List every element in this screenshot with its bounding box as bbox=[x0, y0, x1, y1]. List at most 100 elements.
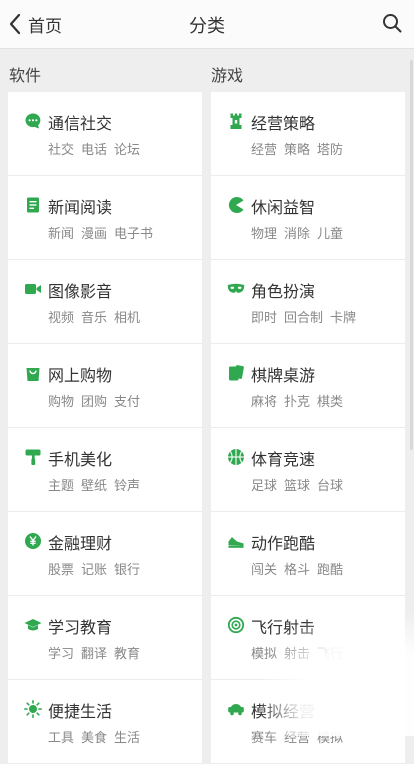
category-name: 动作跑酷 bbox=[251, 534, 316, 553]
subcategory-link[interactable]: 美食 bbox=[81, 731, 107, 746]
subcategory-link[interactable]: 策略 bbox=[284, 143, 310, 158]
category-name: 手机美化 bbox=[48, 450, 113, 469]
category-name: 通信社交 bbox=[48, 114, 113, 133]
category-cell[interactable]: 通信社交社交 电话 论坛 bbox=[8, 92, 202, 176]
category-name: 模拟经营 bbox=[251, 702, 316, 721]
category-cell[interactable]: 手机美化主题 壁纸 铃声 bbox=[8, 428, 202, 512]
category-cell[interactable]: 动作跑酷闯关 格斗 跑酷 bbox=[211, 512, 405, 596]
subcategory-link[interactable]: 电话 bbox=[81, 143, 107, 158]
category-name: 网上购物 bbox=[48, 366, 113, 385]
paint-roller-icon bbox=[24, 448, 42, 466]
category-cell[interactable]: 棋牌桌游 麻将 扑克 棋类 bbox=[211, 344, 405, 428]
subcategory-link[interactable]: 股票 bbox=[48, 563, 74, 578]
subcategory-link[interactable]: 经营 bbox=[251, 143, 277, 158]
subcategory-link[interactable]: 台球 bbox=[317, 479, 343, 494]
subcategory-link[interactable]: 物理 bbox=[251, 227, 277, 242]
subcategory-list: 闯关 格斗 跑酷 bbox=[251, 559, 350, 578]
subcategory-link[interactable]: 相机 bbox=[114, 311, 140, 326]
subcategory-link[interactable]: 跑酷 bbox=[317, 563, 343, 578]
subcategory-link[interactable]: 经营 bbox=[284, 731, 310, 746]
category-name: 学习教育 bbox=[48, 618, 113, 637]
category-cell[interactable]: 学习教育 学习 翻译 教育 bbox=[8, 596, 202, 680]
top-bar: 首页 分类 bbox=[0, 0, 414, 49]
shopping-bag-icon bbox=[24, 364, 42, 382]
subcategory-link[interactable]: 壁纸 bbox=[81, 479, 107, 494]
category-name: 图像影音 bbox=[48, 282, 113, 301]
subcategory-link[interactable]: 音乐 bbox=[81, 311, 107, 326]
document-icon bbox=[24, 196, 42, 214]
subcategory-link[interactable]: 生活 bbox=[114, 731, 140, 746]
search-button[interactable] bbox=[382, 13, 402, 37]
subcategory-link[interactable]: 射击 bbox=[284, 647, 310, 662]
subcategory-link[interactable]: 麻将 bbox=[251, 395, 277, 410]
pacman-icon bbox=[227, 196, 245, 214]
games-column-heading: 游戏 bbox=[211, 66, 244, 85]
subcategory-link[interactable]: 记账 bbox=[81, 563, 107, 578]
subcategory-link[interactable]: 飞行 bbox=[317, 647, 343, 662]
subcategory-link[interactable]: 棋类 bbox=[317, 395, 343, 410]
video-camera-icon bbox=[24, 280, 42, 298]
subcategory-link[interactable]: 扑克 bbox=[284, 395, 310, 410]
subcategory-list: 新闻 漫画 电子书 bbox=[48, 223, 160, 242]
subcategory-link[interactable]: 学习 bbox=[48, 647, 74, 662]
category-name: 角色扮演 bbox=[251, 282, 316, 301]
subcategory-link[interactable]: 电子书 bbox=[114, 227, 153, 242]
subcategory-link[interactable]: 消除 bbox=[284, 227, 310, 242]
category-name: 金融理财 bbox=[48, 534, 113, 553]
subcategory-link[interactable]: 即时 bbox=[251, 311, 277, 326]
subcategory-list: 模拟 射击 飞行 bbox=[251, 643, 350, 662]
subcategory-list: 学习 翻译 教育 bbox=[48, 643, 147, 662]
subcategory-link[interactable]: 铃声 bbox=[114, 479, 140, 494]
subcategory-link[interactable]: 漫画 bbox=[81, 227, 107, 242]
subcategory-link[interactable]: 赛车 bbox=[251, 731, 277, 746]
category-cell[interactable]: 体育竞速足球 篮球 台球 bbox=[211, 428, 405, 512]
category-cell[interactable]: 金融理财股票 记账 银行 bbox=[8, 512, 202, 596]
subcategory-link[interactable]: 翻译 bbox=[81, 647, 107, 662]
subcategory-link[interactable]: 模拟 bbox=[251, 647, 277, 662]
cards-icon bbox=[227, 364, 245, 382]
category-cell[interactable]: 网上购物购物 团购 支付 bbox=[8, 344, 202, 428]
subcategory-list: 经营 策略 塔防 bbox=[251, 139, 350, 158]
subcategory-link[interactable]: 银行 bbox=[114, 563, 140, 578]
software-column-heading: 软件 bbox=[9, 66, 42, 85]
subcategory-link[interactable]: 工具 bbox=[48, 731, 74, 746]
graduation-cap-icon bbox=[24, 616, 42, 634]
subcategory-link[interactable]: 教育 bbox=[114, 647, 140, 662]
category-cell[interactable]: 便捷生活工具 美食 生活 bbox=[8, 680, 202, 764]
subcategory-link[interactable]: 格斗 bbox=[284, 563, 310, 578]
subcategory-link[interactable]: 回合制 bbox=[284, 311, 323, 326]
category-name: 新闻阅读 bbox=[48, 198, 113, 217]
category-cell[interactable]: 模拟经营赛车 经营 模拟 bbox=[211, 680, 405, 764]
subcategory-link[interactable]: 闯关 bbox=[251, 563, 277, 578]
category-cell[interactable]: 休闲益智 物理 消除 儿童 bbox=[211, 176, 405, 260]
category-name: 便捷生活 bbox=[48, 702, 113, 721]
subcategory-link[interactable]: 模拟 bbox=[317, 731, 343, 746]
subcategory-link[interactable]: 论坛 bbox=[114, 143, 140, 158]
category-cell[interactable]: 新闻阅读新闻 漫画 电子书 bbox=[8, 176, 202, 260]
category-cell[interactable]: 图像影音视频 音乐 相机 bbox=[8, 260, 202, 344]
subcategory-link[interactable]: 购物 bbox=[48, 395, 74, 410]
subcategory-link[interactable]: 视频 bbox=[48, 311, 74, 326]
subcategory-link[interactable]: 支付 bbox=[114, 395, 140, 410]
subcategory-link[interactable]: 团购 bbox=[81, 395, 107, 410]
category-name: 经营策略 bbox=[251, 114, 316, 133]
subcategory-link[interactable]: 社交 bbox=[48, 143, 74, 158]
subcategory-link[interactable]: 儿童 bbox=[317, 227, 343, 242]
sneaker-icon bbox=[227, 532, 245, 550]
subcategory-link[interactable]: 篮球 bbox=[284, 479, 310, 494]
basketball-icon bbox=[227, 448, 245, 466]
subcategory-list: 主题 壁纸 铃声 bbox=[48, 475, 147, 494]
subcategory-link[interactable]: 卡牌 bbox=[330, 311, 356, 326]
category-cell[interactable]: 角色扮演即时 回合制 卡牌 bbox=[211, 260, 405, 344]
subcategory-link[interactable]: 新闻 bbox=[48, 227, 74, 242]
subcategory-link[interactable]: 塔防 bbox=[317, 143, 343, 158]
category-cell[interactable]: 飞行射击 模拟 射击 飞行 bbox=[211, 596, 405, 680]
car-icon bbox=[227, 700, 245, 718]
subcategory-link[interactable]: 足球 bbox=[251, 479, 277, 494]
category-cell[interactable]: 经营策略 经营 策略 塔防 bbox=[211, 92, 405, 176]
category-name: 体育竞速 bbox=[251, 450, 316, 469]
subcategory-list: 物理 消除 儿童 bbox=[251, 223, 350, 242]
scrollbar[interactable] bbox=[410, 60, 413, 450]
subcategory-link[interactable]: 主题 bbox=[48, 479, 74, 494]
subcategory-list: 麻将 扑克 棋类 bbox=[251, 391, 350, 410]
